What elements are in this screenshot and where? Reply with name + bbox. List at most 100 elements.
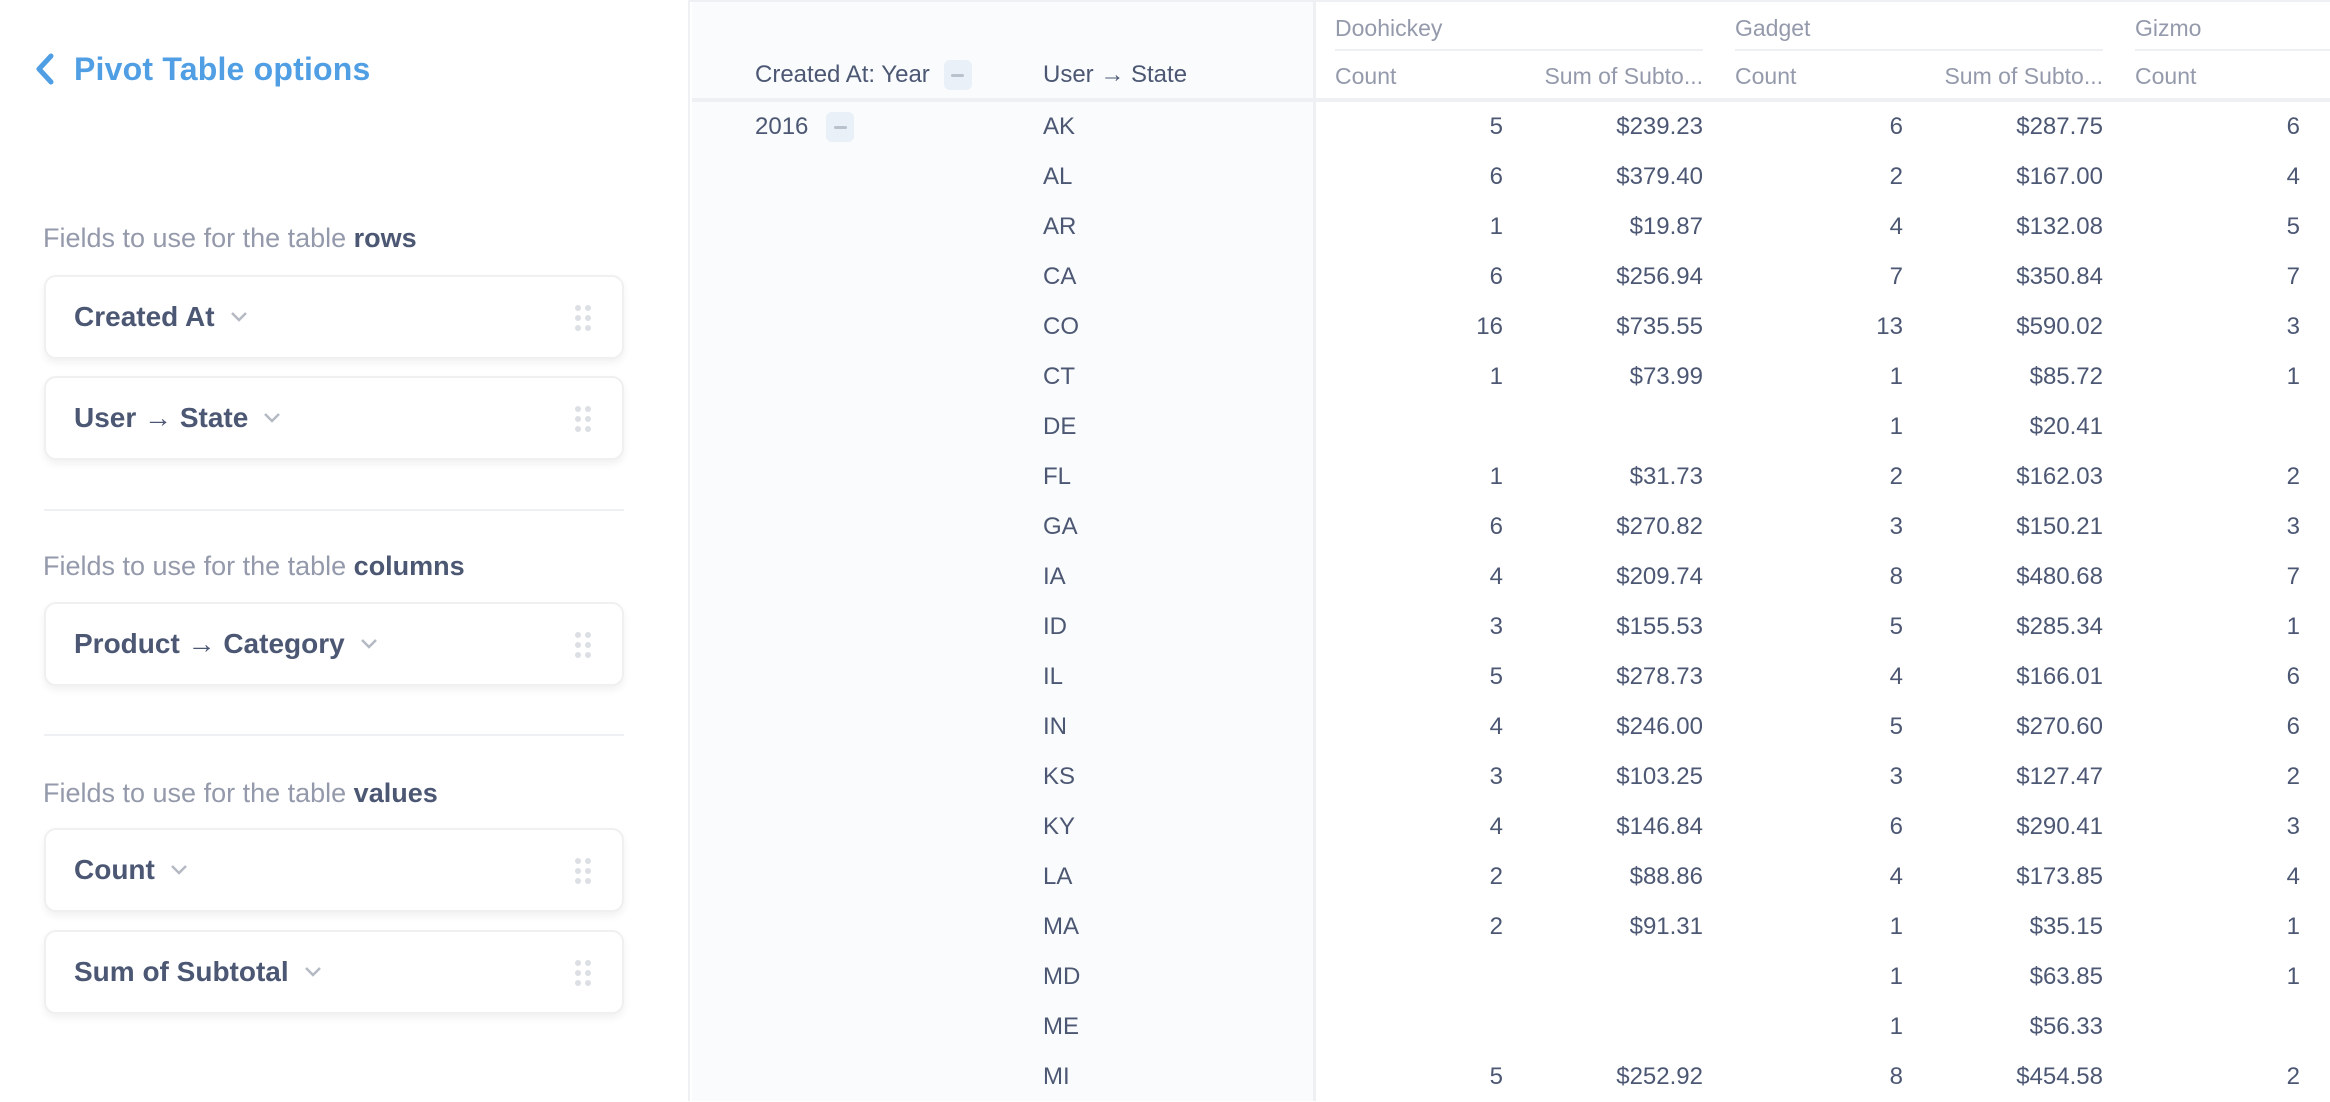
gadget-sum-cell: $590.02 [2016, 313, 2103, 340]
doohickey-count-cell: 5 [1489, 1063, 1503, 1090]
section-label-bold: rows [353, 223, 417, 253]
doohickey-sum-cell: $19.87 [1629, 213, 1703, 240]
table-row: IL 5 $278.73 4 $166.01 6 [692, 652, 2330, 702]
gadget-count-cell: 4 [1889, 863, 1903, 890]
drag-handle-icon[interactable] [574, 959, 592, 987]
column-header-doohickey: Doohickey [1335, 14, 1443, 41]
gadget-count-cell: 7 [1889, 263, 1903, 290]
doohickey-count-cell [1335, 1002, 1503, 1052]
table-row: CO 16 $735.55 13 $590.02 3 [692, 302, 2330, 352]
field-card-user-state[interactable]: User → State [44, 376, 624, 460]
gadget-sum-cell: $166.01 [2016, 663, 2103, 690]
gizmo-count-cell: 6 [2286, 113, 2300, 140]
doohickey-sum-cell: $239.23 [1616, 113, 1703, 140]
drag-handle-icon[interactable] [574, 304, 592, 332]
table-row: CA 6 $256.94 7 $350.84 7 [692, 252, 2330, 302]
doohickey-sum-cell: $252.92 [1616, 1063, 1703, 1090]
state-cell: DE [1043, 413, 1077, 440]
state-cell: MA [1043, 913, 1079, 940]
value-header-count: Count [1735, 62, 1797, 89]
state-cell: KY [1043, 813, 1076, 840]
doohickey-sum-cell: $155.53 [1616, 613, 1703, 640]
chevron-down-icon[interactable] [262, 410, 284, 426]
doohickey-count-cell: 1 [1489, 213, 1503, 240]
doohickey-count-cell: 6 [1489, 163, 1503, 190]
doohickey-count-cell: 3 [1489, 613, 1503, 640]
gadget-count-cell: 1 [1889, 963, 1903, 990]
drag-handle-icon[interactable] [574, 631, 592, 659]
gizmo-count-cell: 1 [2286, 913, 2300, 940]
chevron-down-icon[interactable] [359, 636, 381, 652]
row-header-created-at-year: Created At: Year [755, 52, 972, 98]
gadget-sum-cell: $285.34 [2016, 613, 2103, 640]
doohickey-sum-cell: $31.73 [1629, 463, 1703, 490]
gadget-count-cell: 6 [1889, 113, 1903, 140]
doohickey-count-cell: 6 [1489, 263, 1503, 290]
doohickey-sum-cell: $103.25 [1616, 763, 1703, 790]
gizmo-count-cell: 7 [2286, 263, 2300, 290]
gadget-count-cell: 5 [1889, 713, 1903, 740]
table-row: ID 3 $155.53 5 $285.34 1 [692, 602, 2330, 652]
doohickey-sum-cell [1528, 1002, 1703, 1052]
table-row: FL 1 $31.73 2 $162.03 2 [692, 452, 2330, 502]
gadget-count-cell: 2 [1889, 163, 1903, 190]
chevron-down-icon[interactable] [303, 964, 325, 980]
gadget-sum-cell: $350.84 [2016, 263, 2103, 290]
gizmo-count-cell [2135, 402, 2300, 452]
minus-icon [951, 73, 965, 77]
table-row: ME 1 $56.33 [692, 1002, 2330, 1052]
column-header-gadget: Gadget [1735, 14, 1811, 41]
doohickey-count-cell: 2 [1489, 863, 1503, 890]
gizmo-count-cell: 4 [2286, 163, 2300, 190]
field-card-created-at[interactable]: Created At [44, 275, 624, 359]
gadget-sum-cell: $287.75 [2016, 113, 2103, 140]
gadget-count-cell: 8 [1889, 1063, 1903, 1090]
gizmo-count-cell: 5 [2286, 213, 2300, 240]
gadget-count-cell: 1 [1889, 1013, 1903, 1040]
table-row: MI 5 $252.92 8 $454.58 2 [692, 1052, 2330, 1102]
field-card-product-category[interactable]: Product → Category [44, 602, 624, 686]
row-header-label: Created At: Year [755, 61, 930, 88]
doohickey-sum-cell: $209.74 [1616, 563, 1703, 590]
field-card-sum-of-subtotal[interactable]: Sum of Subtotal [44, 930, 624, 1014]
drag-handle-icon[interactable] [574, 405, 592, 433]
gadget-count-cell: 4 [1889, 663, 1903, 690]
doohickey-sum-cell: $256.94 [1616, 263, 1703, 290]
state-cell: IA [1043, 563, 1066, 590]
field-label: Product → Category [74, 628, 345, 659]
pivot-table: Created At: Year User → State Doohickey … [692, 2, 2330, 1101]
table-row: CT 1 $73.99 1 $85.72 1 [692, 352, 2330, 402]
gadget-count-cell: 1 [1889, 913, 1903, 940]
table-row: AL 6 $379.40 2 $167.00 4 [692, 152, 2330, 202]
back-button[interactable]: Pivot Table options [30, 46, 371, 92]
table-row: IN 4 $246.00 5 $270.60 6 [692, 702, 2330, 752]
category-rule [2135, 49, 2330, 51]
gizmo-count-cell: 1 [2286, 963, 2300, 990]
doohickey-sum-cell: $278.73 [1616, 663, 1703, 690]
chevron-down-icon[interactable] [169, 862, 191, 878]
value-header-count: Count [1335, 62, 1397, 89]
doohickey-count-cell: 4 [1489, 563, 1503, 590]
gadget-count-cell: 1 [1889, 413, 1903, 440]
gadget-sum-cell: $127.47 [2016, 763, 2103, 790]
table-row: DE 1 $20.41 [692, 402, 2330, 452]
gadget-sum-cell: $480.68 [2016, 563, 2103, 590]
section-label-text: Fields to use for the table [43, 551, 354, 581]
rows-section-label: Fields to use for the table rows [43, 223, 417, 254]
gizmo-count-cell: 3 [2286, 513, 2300, 540]
collapse-all-button[interactable] [943, 60, 972, 90]
doohickey-count-cell: 1 [1489, 463, 1503, 490]
state-cell: IL [1043, 663, 1064, 690]
state-cell: MD [1043, 963, 1081, 990]
drag-handle-icon[interactable] [574, 857, 592, 885]
doohickey-sum-cell [1528, 952, 1703, 1002]
gizmo-count-cell: 4 [2286, 863, 2300, 890]
chevron-down-icon[interactable] [229, 309, 251, 325]
gizmo-count-cell [2135, 1002, 2300, 1052]
section-divider [44, 509, 624, 511]
state-cell: CA [1043, 263, 1077, 290]
table-row: IA 4 $209.74 8 $480.68 7 [692, 552, 2330, 602]
value-header-sum: Sum of Subto... [1944, 62, 2103, 89]
field-card-count[interactable]: Count [44, 828, 624, 912]
sidebar-title: Pivot Table options [74, 50, 371, 87]
